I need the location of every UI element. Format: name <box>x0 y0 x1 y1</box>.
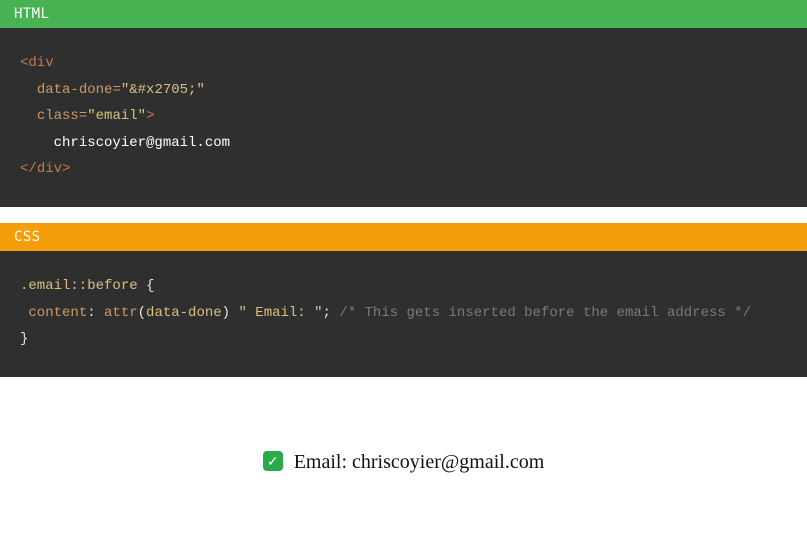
attr-value-2: "email" <box>87 108 146 124</box>
tag-open-close-bracket: > <box>146 108 154 124</box>
spacer <box>0 377 807 447</box>
close-paren: ) <box>222 305 230 321</box>
close-brace: } <box>20 331 28 347</box>
attr-eq-2: = <box>79 108 87 124</box>
open-brace: { <box>146 278 154 294</box>
tag-text-content: chriscoyier@gmail.com <box>54 135 230 151</box>
html-panel-header: HTML <box>0 0 807 28</box>
attr-name-1: data-done <box>37 82 113 98</box>
html-code-block: <div data-done="&#x2705;" class="email">… <box>0 28 807 207</box>
function-name: attr <box>104 305 138 321</box>
string-literal: " Email: " <box>238 305 322 321</box>
attr-eq-1: = <box>112 82 120 98</box>
function-arg: data-done <box>146 305 222 321</box>
css-panel-header: CSS <box>0 223 807 251</box>
html-panel: HTML <div data-done="&#x2705;" class="em… <box>0 0 807 207</box>
attr-name-2: class <box>37 108 79 124</box>
colon: : <box>87 305 95 321</box>
tag-close-bracket: > <box>62 161 70 177</box>
tag-close-open-bracket: </ <box>20 161 37 177</box>
comment: /* This gets inserted before the email a… <box>339 305 751 321</box>
attr-value-1: "&#x2705;" <box>121 82 205 98</box>
preview-text: Email: chriscoyier@gmail.com <box>289 451 545 473</box>
tag-name-close: div <box>37 161 62 177</box>
css-code-block: .email::before { content: attr(data-done… <box>0 251 807 377</box>
property-name: content <box>28 305 87 321</box>
tag-name-open: div <box>28 55 53 71</box>
open-paren: ( <box>138 305 146 321</box>
checkmark-icon: ✓ <box>263 451 283 471</box>
preview-output: ✓ Email: chriscoyier@gmail.com <box>0 447 807 498</box>
selector: .email::before <box>20 278 138 294</box>
css-panel: CSS .email::before { content: attr(data-… <box>0 223 807 377</box>
semicolon: ; <box>323 305 331 321</box>
